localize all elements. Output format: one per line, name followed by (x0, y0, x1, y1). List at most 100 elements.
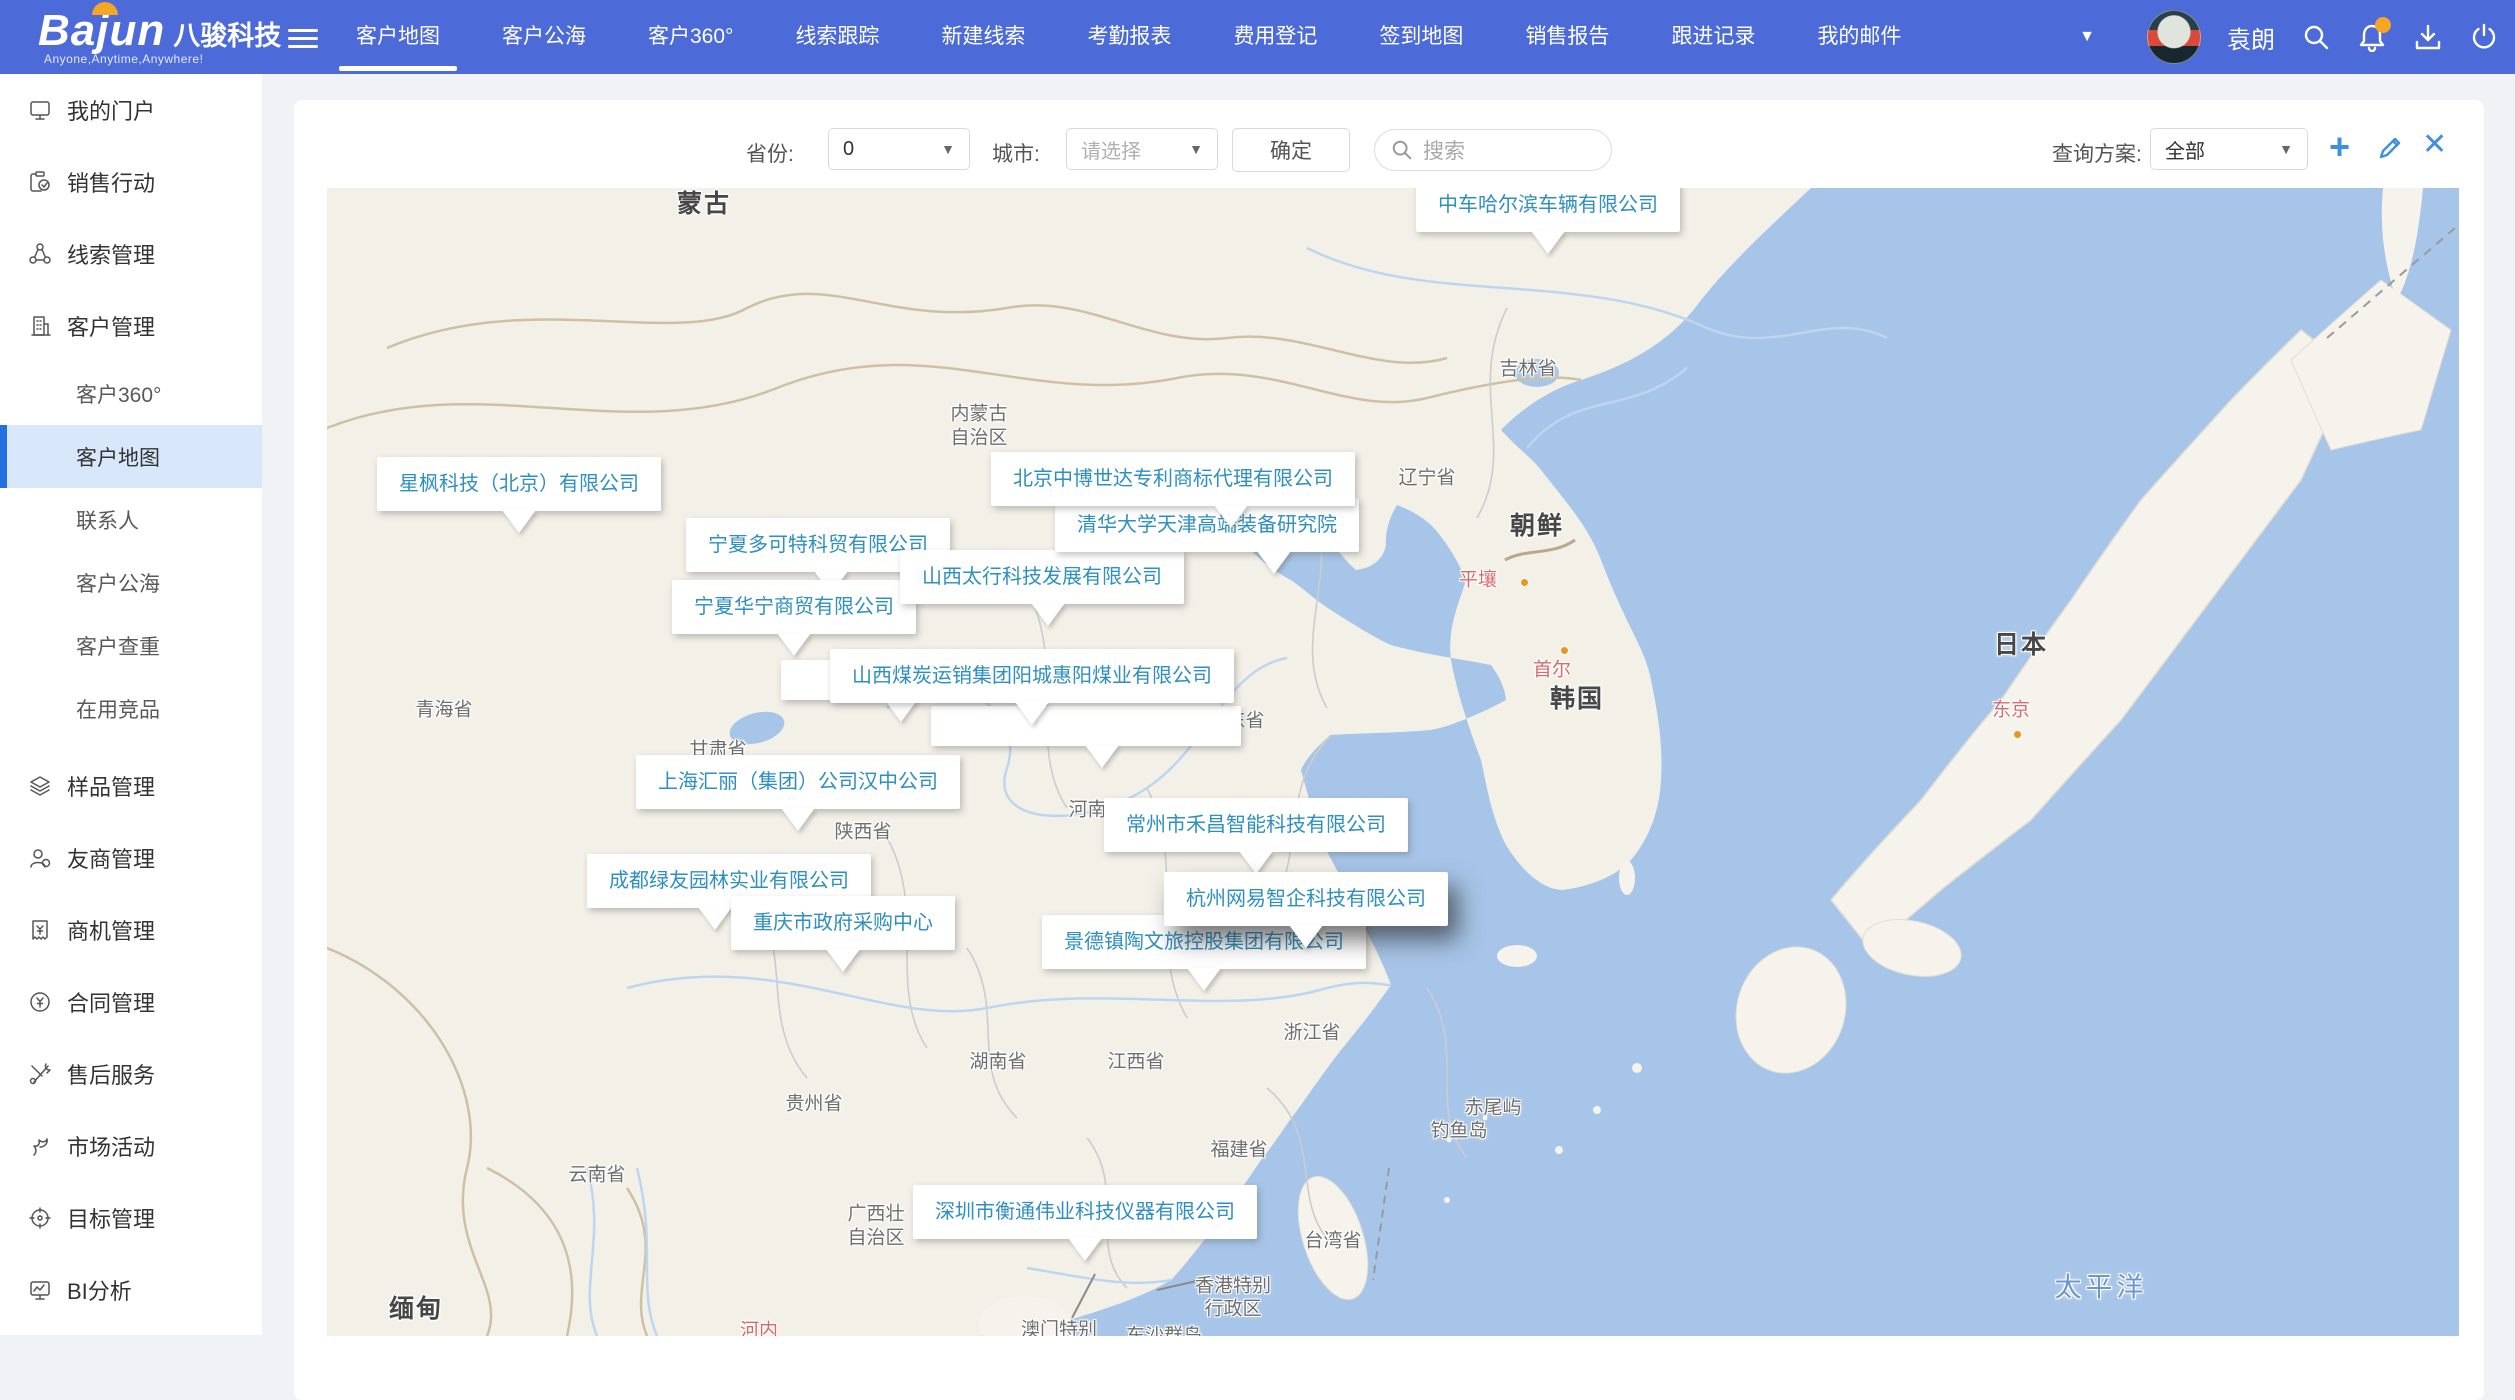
balloon-tail (1531, 231, 1565, 254)
balloon-label: 北京中博世达专利商标代理有限公司 (1013, 468, 1333, 490)
nav-item-签到地图[interactable]: 签到地图 (1348, 0, 1494, 74)
avatar[interactable] (2147, 10, 2201, 64)
balloon-tail (1187, 968, 1221, 991)
power-icon[interactable] (2469, 22, 2499, 52)
sidebar-item-label: 售后服务 (67, 1058, 155, 1090)
close-icon[interactable]: ✕ (2422, 127, 2447, 162)
sidebar-item-销售行动[interactable]: 销售行动 (0, 146, 262, 218)
map-balloon[interactable]: 星枫科技（北京）有限公司 (377, 457, 661, 511)
nav-item-我的邮件[interactable]: 我的邮件 (1786, 0, 1932, 74)
sidebar-item-我的门户[interactable]: 我的门户 (0, 74, 262, 146)
app-logo: Bajun 八骏科技 Anyone,Anytime,Anywhere! (38, 6, 281, 66)
sidebar-item-线索管理[interactable]: 线索管理 (0, 218, 262, 290)
search-icon[interactable] (2301, 22, 2331, 52)
chevron-down-icon[interactable]: ▼ (2079, 28, 2095, 46)
add-icon[interactable]: + (2329, 126, 2350, 168)
province-select[interactable]: 0 ▼ (828, 128, 970, 170)
bell-icon[interactable] (2357, 22, 2387, 52)
download-icon[interactable] (2413, 22, 2443, 52)
sidebar-item-客户管理[interactable]: 客户管理 (0, 290, 262, 362)
map-balloon[interactable]: 山西煤炭运销集团阳城惠阳煤业有限公司 (830, 649, 1234, 703)
customer-map[interactable]: 蒙古吉林省辽宁省内蒙古自治区朝鲜平壤首尔韩国日本东京青海省甘肃省陕西省河南省山东… (327, 188, 2459, 1336)
sidebar-item-label: 客户查重 (76, 631, 160, 661)
map-balloon[interactable]: 上海汇丽（集团）公司汉中公司 (636, 755, 960, 809)
capital-dot (2013, 730, 2022, 739)
map-balloon[interactable] (931, 706, 1241, 746)
sidebar-item-友商管理[interactable]: 友商管理 (0, 822, 262, 894)
nav-item-考勤报表[interactable]: 考勤报表 (1056, 0, 1202, 74)
sidebar-item-在用竞品[interactable]: 在用竞品 (0, 677, 262, 740)
sidebar-item-市场活动[interactable]: 市场活动 (0, 1110, 262, 1182)
map-balloon[interactable]: 杭州网易智企科技有限公司 (1164, 872, 1448, 926)
map-balloon[interactable]: 中车哈尔滨车辆有限公司 (1416, 188, 1680, 232)
user-name[interactable]: 袁朗 (2227, 20, 2275, 55)
map-label-韩国: 韩国 (1550, 679, 1604, 715)
map-label-青海省: 青海省 (415, 695, 472, 722)
search-input[interactable]: 搜索 (1374, 129, 1612, 171)
sidebar-item-label: 客户360° (76, 379, 161, 409)
contract-icon (28, 990, 52, 1014)
navbar-right: ▼ 袁朗 (2079, 0, 2499, 74)
menu-icon[interactable] (288, 24, 318, 50)
map-balloon[interactable]: 北京中博世达专利商标代理有限公司 (991, 452, 1355, 506)
balloon-label: 清华大学天津高端装备研究院 (1077, 514, 1337, 536)
nav-item-客户360°[interactable]: 客户360° (617, 0, 764, 74)
map-balloon[interactable]: 重庆市政府采购中心 (731, 896, 955, 950)
map-balloon[interactable]: 清华大学天津高端装备研究院 (1055, 498, 1359, 552)
balloon-tail (1257, 551, 1291, 574)
sidebar-item-客户公海[interactable]: 客户公海 (0, 551, 262, 614)
sidebar-item-目标管理[interactable]: 目标管理 (0, 1182, 262, 1254)
confirm-button[interactable]: 确定 (1232, 128, 1350, 172)
opportunity-icon (28, 918, 52, 942)
sidebar-item-客户地图[interactable]: 客户地图 (0, 425, 262, 488)
map-balloon[interactable]: 宁夏华宁商贸有限公司 (672, 580, 916, 634)
balloon-tail (1031, 603, 1065, 626)
map-label-蒙古: 蒙古 (677, 188, 731, 220)
sidebar-item-label: 销售行动 (67, 166, 155, 198)
balloon-label: 山西煤炭运销集团阳城惠阳煤业有限公司 (852, 665, 1212, 687)
nav-item-新建线索[interactable]: 新建线索 (910, 0, 1056, 74)
map-label-台湾省: 台湾省 (1304, 1226, 1361, 1253)
province-value: 0 (843, 138, 854, 161)
map-label-陕西省: 陕西省 (834, 817, 891, 844)
map-label-首尔: 首尔 (1533, 655, 1571, 682)
sidebar-item-BI分析[interactable]: BI分析 (0, 1254, 262, 1326)
balloon-tail (1068, 1238, 1102, 1261)
sidebar-item-客户查重[interactable]: 客户查重 (0, 614, 262, 677)
marketing-icon (28, 1134, 52, 1158)
sidebar-item-label: 样品管理 (67, 770, 155, 802)
sidebar-item-客户360°[interactable]: 客户360° (0, 362, 262, 425)
balloon-label: 山西太行科技发展有限公司 (922, 566, 1162, 588)
balloon-tail (1289, 925, 1323, 948)
logo-tagline: Anyone,Anytime,Anywhere! (44, 52, 281, 66)
balloon-label: 常州市禾昌智能科技有限公司 (1126, 814, 1386, 836)
sidebar-item-样品管理[interactable]: 样品管理 (0, 750, 262, 822)
sidebar-item-label: 客户公海 (76, 568, 160, 598)
edit-icon[interactable] (2376, 134, 2404, 167)
sidebar-item-合同管理[interactable]: 合同管理 (0, 966, 262, 1038)
nav-item-客户公海[interactable]: 客户公海 (471, 0, 617, 74)
map-label-东沙群岛: 东沙群岛 (1126, 1321, 1202, 1337)
capital-dot (1520, 578, 1529, 587)
map-balloon[interactable]: 山西太行科技发展有限公司 (900, 550, 1184, 604)
balloon-label: 上海汇丽（集团）公司汉中公司 (658, 771, 938, 793)
nav-item-跟进记录[interactable]: 跟进记录 (1640, 0, 1786, 74)
nav-item-费用登记[interactable]: 费用登记 (1202, 0, 1348, 74)
sidebar-item-联系人[interactable]: 联系人 (0, 488, 262, 551)
map-balloon[interactable]: 深圳市衡通伟业科技仪器有限公司 (913, 1185, 1257, 1239)
city-select[interactable]: 请选择 ▼ (1066, 128, 1218, 170)
nav-item-客户地图[interactable]: 客户地图 (325, 0, 471, 74)
map-balloon[interactable]: 常州市禾昌智能科技有限公司 (1104, 798, 1408, 852)
bi-icon (28, 1278, 52, 1302)
notification-badge (2375, 17, 2391, 33)
balloon-tail (1085, 745, 1119, 768)
target-icon (28, 1206, 52, 1230)
balloon-label: 宁夏多可特科贸有限公司 (708, 534, 928, 556)
balloon-label: 成都绿友园林实业有限公司 (609, 870, 849, 892)
sidebar-item-售后服务[interactable]: 售后服务 (0, 1038, 262, 1110)
sidebar-item-label: 在用竞品 (76, 694, 160, 724)
nav-item-销售报告[interactable]: 销售报告 (1494, 0, 1640, 74)
nav-item-线索跟踪[interactable]: 线索跟踪 (764, 0, 910, 74)
sidebar-item-商机管理[interactable]: 商机管理 (0, 894, 262, 966)
plan-select[interactable]: 全部 ▼ (2150, 128, 2308, 170)
